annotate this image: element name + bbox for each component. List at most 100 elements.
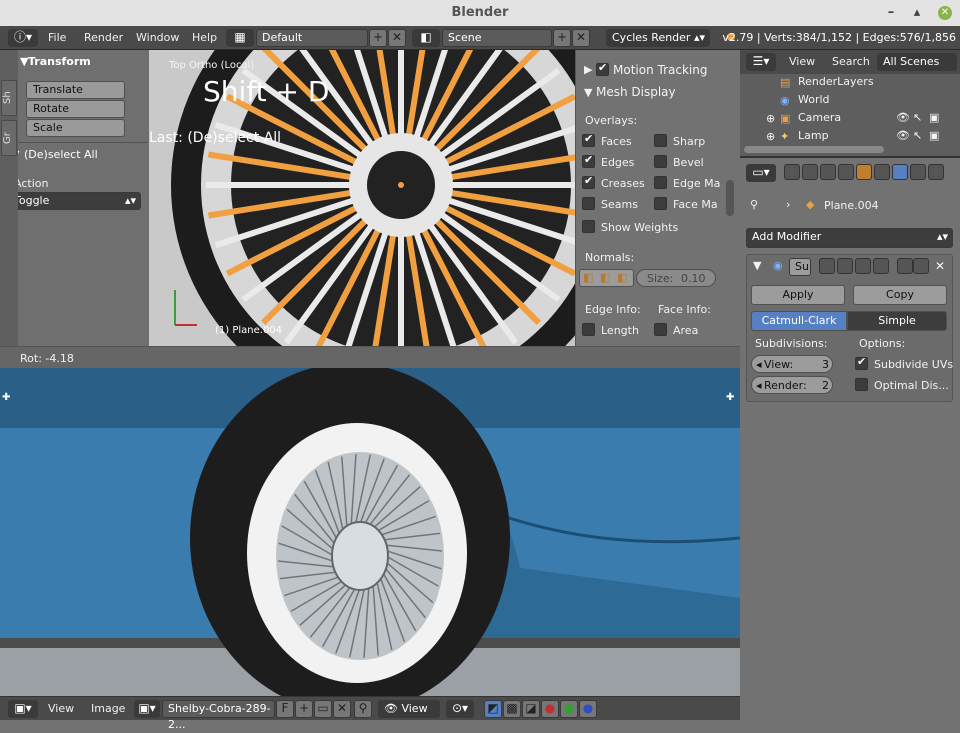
blue-channel-icon[interactable]: ● [579,700,597,718]
green-channel-icon[interactable]: ● [560,700,578,718]
fake-user-button[interactable]: F [276,700,294,718]
render-tab-icon[interactable] [784,164,800,180]
scene-icon[interactable]: ◧ [412,29,440,47]
modifier-name-field[interactable]: Su [789,258,811,276]
layers-tab-icon[interactable] [802,164,818,180]
expand-icon[interactable]: ⊕ [766,130,775,143]
render-engine-select[interactable]: Cycles Render ▴▾ [606,29,710,47]
new-image-icon[interactable]: + [295,700,313,718]
constraints-tab-icon[interactable] [874,164,890,180]
object-tab-icon[interactable] [856,164,872,180]
open-image-icon[interactable]: ▭ [314,700,332,718]
expand-icon[interactable]: ⊕ [766,112,775,125]
eye-icon[interactable]: 👁 [896,129,910,142]
render-toggle-icon[interactable] [837,258,853,274]
pin-icon[interactable]: ⚲ [354,700,372,718]
outliner-view-menu[interactable]: View [789,55,815,68]
rotate-button[interactable]: Rotate [26,100,125,118]
outliner-search-menu[interactable]: Search [832,55,870,68]
render-levels-field[interactable]: ◂ Render: 2 [751,376,833,394]
face-normals-icon[interactable]: ◧ [600,271,610,284]
cursor-icon[interactable]: ↖ [913,129,922,142]
translate-button[interactable]: Translate [26,81,125,99]
outliner-filter-select[interactable]: All Scenes [877,53,957,71]
face-marks-checkbox[interactable] [654,197,667,210]
optimal-display-checkbox[interactable] [855,378,868,391]
catmull-clark-tab[interactable]: Catmull-Clark [751,311,847,331]
menu-file[interactable]: File [48,31,66,44]
pivot-icon[interactable]: ⊙▾ [446,700,474,718]
creases-checkbox[interactable] [582,174,595,189]
draw-channels-icon[interactable]: ◩ [484,700,502,718]
realtime-icon[interactable] [819,258,835,274]
data-tab-icon[interactable] [910,164,926,180]
modifiers-tab-icon[interactable] [892,164,908,180]
layout-grid-icon[interactable]: ▦ [226,29,254,47]
vertex-normals-icon[interactable]: ◧ [583,271,593,284]
scale-button[interactable]: Scale [26,119,125,137]
eye-icon[interactable]: 👁 [896,111,910,124]
simple-tab[interactable]: Simple [847,311,947,331]
scene-field[interactable]: Scene [442,29,552,47]
subdivide-uvs-checkbox[interactable] [855,355,868,370]
view-mode-select[interactable]: 👁 View [378,700,440,718]
editmode-icon[interactable] [855,258,871,274]
operator-panel-title[interactable]: (De)select All [24,148,98,161]
mesh-display-title[interactable]: Mesh Display [596,85,676,99]
collapse-arrow-icon[interactable]: ▼ [20,55,28,68]
menu-image[interactable]: Image [91,702,125,715]
3d-viewport[interactable]: Top Ortho (Local) Shift + D Last: (De)se… [149,50,579,346]
menu-window[interactable]: Window [136,31,179,44]
edge-marks-checkbox[interactable] [654,176,667,189]
material-tab-icon[interactable] [928,164,944,180]
properties-editor-icon[interactable]: ▭▾ [746,164,776,182]
outliner-item[interactable]: World [798,93,830,106]
outliner-item[interactable]: Lamp [798,129,829,142]
edges-checkbox[interactable] [582,153,595,168]
minimize-icon[interactable]: – [882,0,900,26]
outliner-item[interactable]: RenderLayers [798,75,874,88]
scene-remove-icon[interactable]: ✕ [572,29,590,47]
outliner-scrollbar[interactable] [744,146,884,153]
image-name-field[interactable]: Shelby-Cobra-289-2... [162,700,275,731]
outliner-editor-icon[interactable]: ☰▾ [746,53,776,71]
render-icon[interactable]: ▣ [929,111,939,124]
menu-render[interactable]: Render [84,31,123,44]
menu-help[interactable]: Help [192,31,217,44]
scene-tab-icon[interactable] [820,164,836,180]
outliner-item[interactable]: Camera [798,111,841,124]
seams-checkbox[interactable] [582,197,595,210]
unlink-image-icon[interactable]: ✕ [333,700,351,718]
world-tab-icon[interactable] [838,164,854,180]
move-up-icon[interactable] [897,258,913,274]
cage-icon[interactable] [873,258,889,274]
collapse-arrow-icon[interactable]: ▼ [753,259,761,272]
close-icon[interactable]: ✕ [938,6,952,20]
collapse-arrow-icon[interactable]: ▶ [584,63,592,76]
show-weights-checkbox[interactable] [582,220,595,233]
tab-shading[interactable]: Sh [1,80,17,116]
tab-grease[interactable]: Gr [1,120,17,156]
copy-button[interactable]: Copy [853,285,947,305]
action-select[interactable]: Toggle ▴▾ [8,192,141,210]
image-browse-icon[interactable]: ▣▾ [134,700,160,718]
collapse-arrow-icon[interactable]: ▼ [584,86,592,99]
layout-field[interactable]: Default [256,29,368,47]
pin-icon[interactable]: ⚲ [750,198,758,211]
info-editor-type-icon[interactable]: ⓘ▾ [8,29,38,47]
scrollbar[interactable] [726,180,734,216]
corner-widget-icon[interactable]: ✚ [726,392,734,403]
corner-widget-icon[interactable]: ✚ [2,392,10,403]
area-checkbox[interactable] [654,323,667,336]
transform-panel-title[interactable]: Transform [28,55,91,68]
length-checkbox[interactable] [582,323,595,336]
split-normals-icon[interactable]: ◧ [617,271,627,284]
apply-button[interactable]: Apply [751,285,845,305]
faces-checkbox[interactable] [582,132,595,147]
scene-add-icon[interactable]: + [553,29,571,47]
checker-icon[interactable]: ▩ [503,700,521,718]
sharp-checkbox[interactable] [654,134,667,147]
alpha-icon[interactable]: ◪ [522,700,540,718]
decrement-icon[interactable]: ◂ [756,357,762,373]
layout-remove-icon[interactable]: ✕ [388,29,406,47]
